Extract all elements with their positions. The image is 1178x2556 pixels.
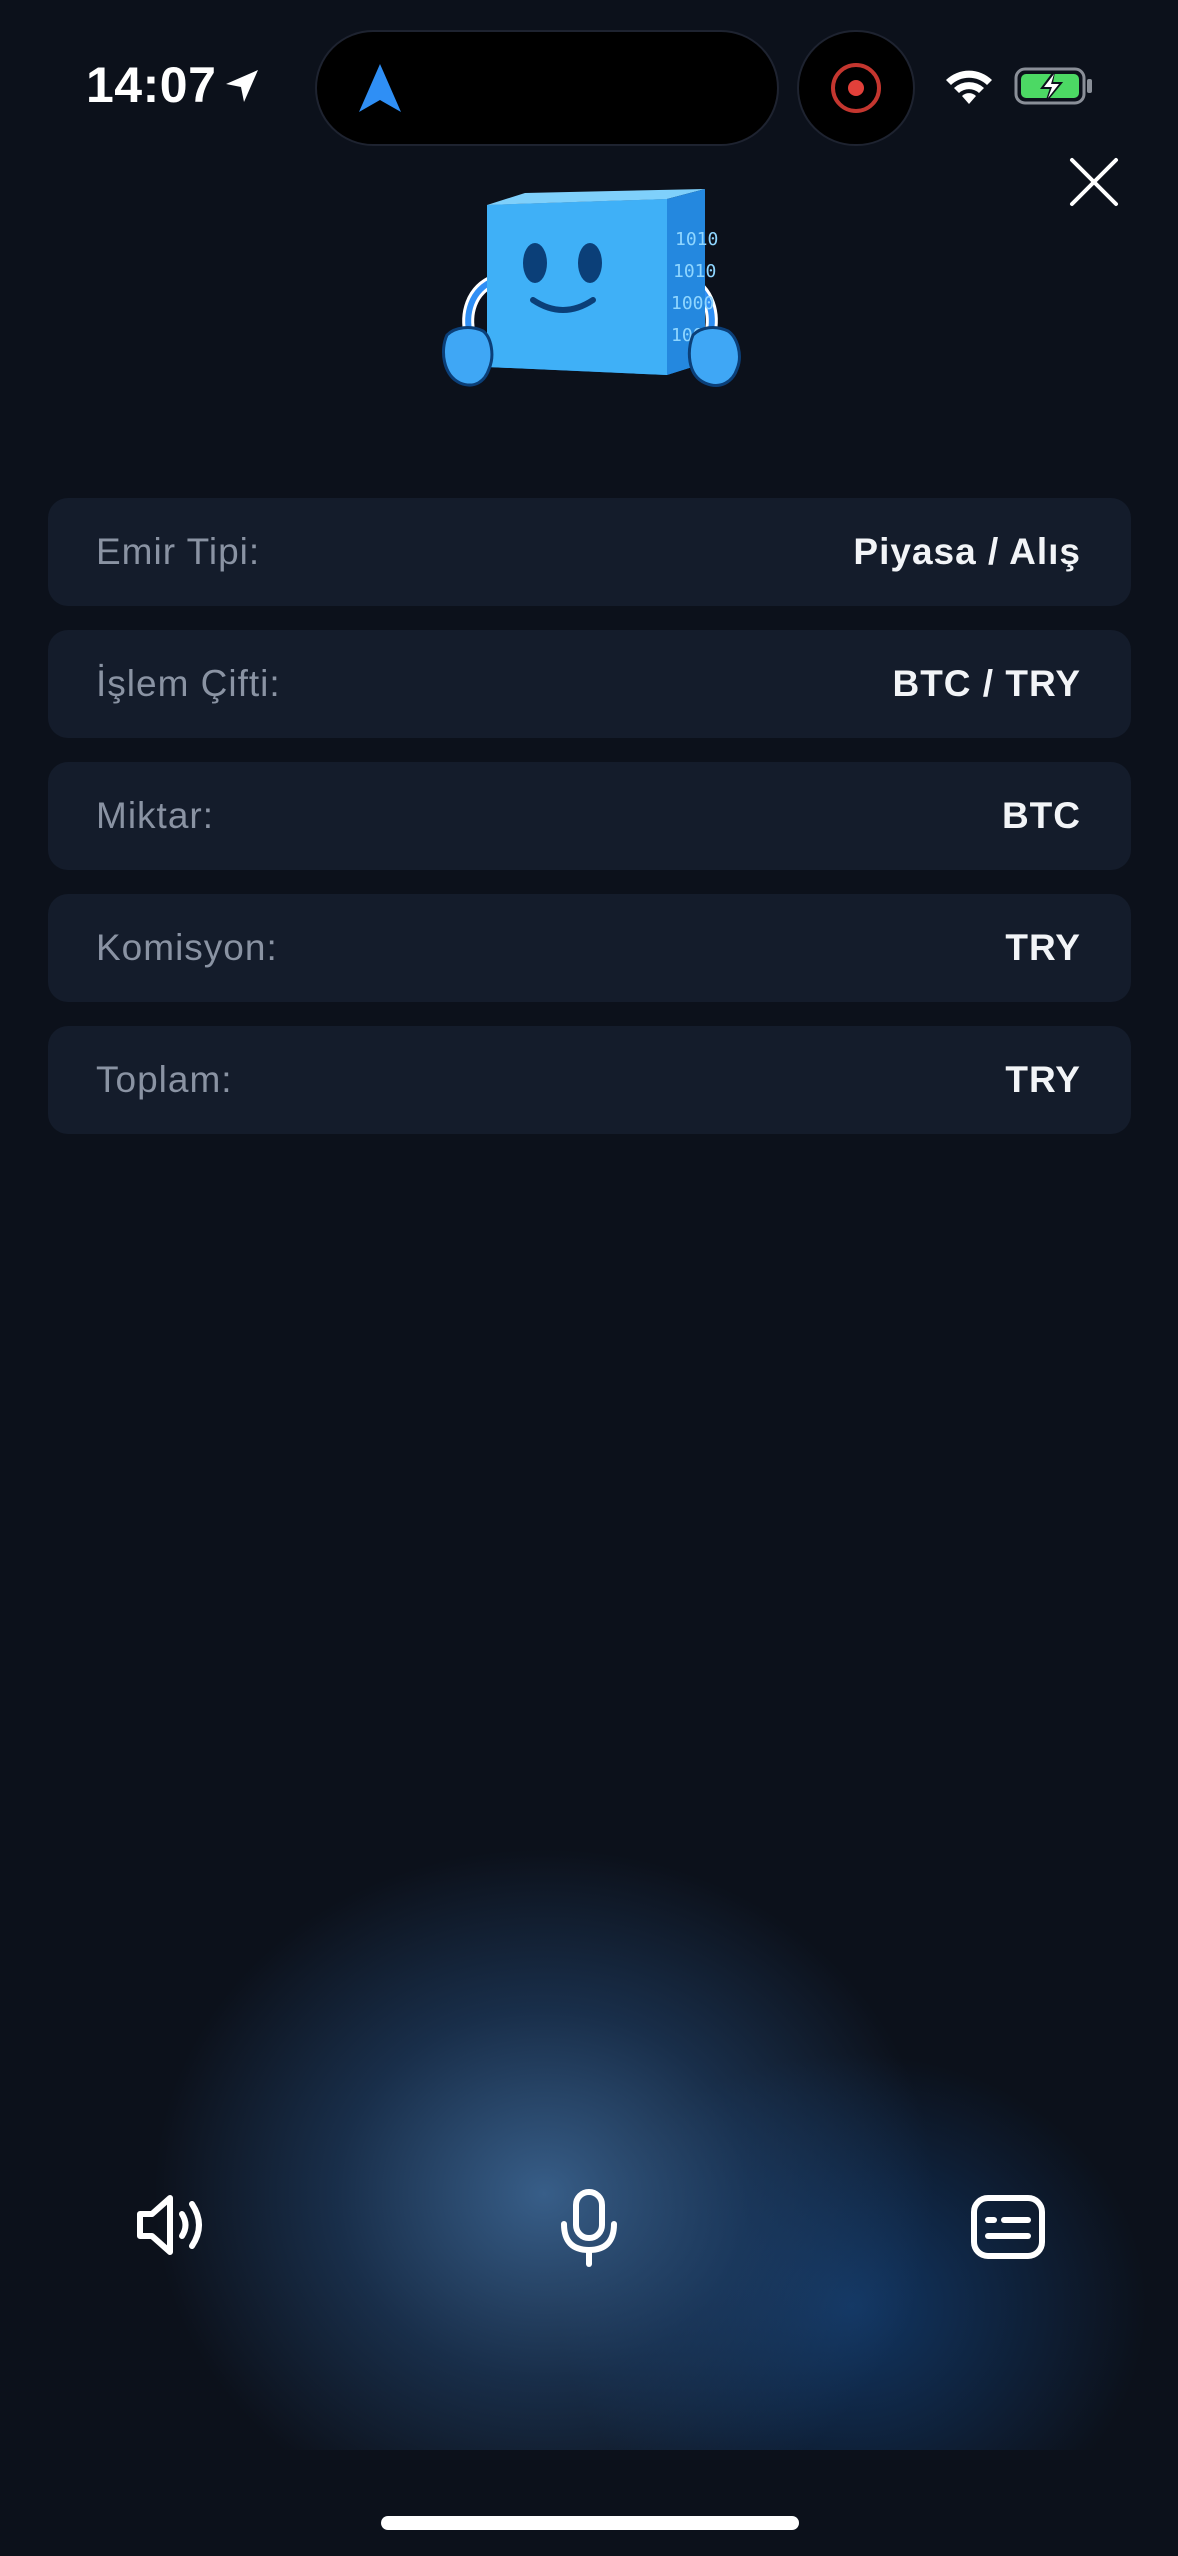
cube-mascot-illustration: 1010 1010 1000 1000 bbox=[442, 189, 741, 387]
amount-row: Miktar: BTC bbox=[48, 762, 1131, 870]
screen-record-indicator bbox=[797, 30, 915, 146]
order-type-label: Emir Tipi: bbox=[96, 531, 261, 572]
voice-assistant-screen: 14:07 1010 1010 1000 Emir Tipi: Piyasa /… bbox=[0, 0, 1178, 2556]
trading-pair-row: İşlem Çifti: BTC / TRY bbox=[48, 630, 1131, 738]
home-indicator[interactable] bbox=[381, 2516, 799, 2530]
microphone-icon[interactable] bbox=[556, 2188, 622, 2268]
total-row: Toplam: TRY bbox=[48, 1026, 1131, 1134]
commission-label: Komisyon: bbox=[96, 927, 278, 968]
bottom-safe-area bbox=[0, 2452, 1178, 2556]
total-value: TRY bbox=[1005, 1059, 1081, 1100]
total-label: Toplam: bbox=[96, 1059, 233, 1100]
order-details-list: Emir Tipi: Piyasa / Alış İşlem Çifti: BT… bbox=[48, 498, 1131, 1158]
commission-value: TRY bbox=[1005, 927, 1081, 968]
dynamic-island bbox=[315, 30, 779, 146]
commission-row: Komisyon: TRY bbox=[48, 894, 1131, 1002]
order-type-row: Emir Tipi: Piyasa / Alış bbox=[48, 498, 1131, 606]
amount-value: BTC bbox=[1001, 795, 1081, 836]
record-dot bbox=[848, 80, 864, 96]
background-glow bbox=[0, 1650, 1178, 2450]
location-arrow-icon bbox=[226, 70, 258, 102]
battery-charging-icon bbox=[1014, 67, 1092, 105]
amount-label: Miktar: bbox=[96, 795, 214, 836]
trading-pair-label: İşlem Çifti: bbox=[96, 663, 281, 704]
navigation-icon bbox=[359, 64, 401, 112]
close-icon[interactable] bbox=[1062, 150, 1126, 214]
subtitles-icon[interactable] bbox=[970, 2194, 1046, 2260]
svg-text:1010: 1010 bbox=[675, 229, 718, 250]
trading-pair-value: BTC / TRY bbox=[892, 663, 1081, 704]
speaker-icon[interactable] bbox=[134, 2190, 208, 2260]
screen-record-icon bbox=[831, 63, 881, 113]
order-type-value: Piyasa / Alış bbox=[853, 531, 1081, 572]
wifi-icon bbox=[946, 70, 992, 104]
svg-text:1010: 1010 bbox=[673, 261, 716, 282]
svg-text:1000: 1000 bbox=[671, 293, 714, 314]
status-time: 14:07 bbox=[86, 57, 217, 113]
